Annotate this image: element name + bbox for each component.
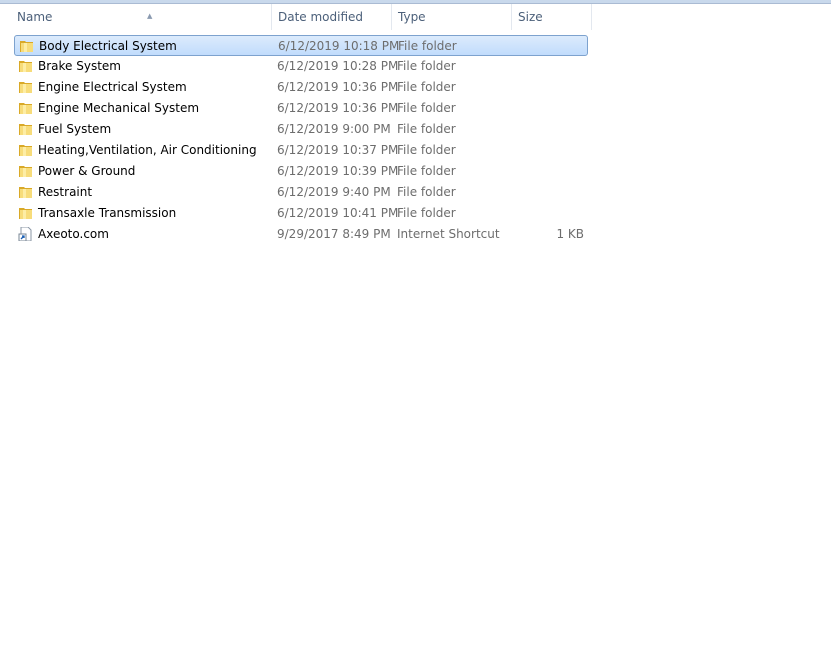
folder-icon [18,185,33,199]
sort-ascending-icon: ▲ [147,12,153,20]
file-name: Heating,Ventilation, Air Conditioning [38,143,257,157]
file-size: 1 KB [556,227,584,241]
file-row[interactable]: Brake System 6/12/2019 10:28 PM File fol… [14,56,588,77]
file-date-modified: 6/12/2019 10:28 PM [277,59,399,73]
file-row[interactable]: Fuel System 6/12/2019 9:00 PM File folde… [14,119,588,140]
file-name: Engine Mechanical System [38,101,200,115]
file-row[interactable]: Engine Electrical System 6/12/2019 10:36… [14,77,588,98]
column-size[interactable]: Size [512,4,592,30]
file-row[interactable]: Axeoto.com 9/29/2017 8:49 PM Internet Sh… [14,224,588,245]
folder-icon [19,39,34,53]
file-type: File folder [397,80,456,94]
file-date-modified: 9/29/2017 8:49 PM [277,227,391,241]
file-type: File folder [397,101,456,115]
file-date-modified: 6/12/2019 10:18 PM [278,39,400,53]
folder-icon [18,101,33,115]
column-header: Name ▲ Date modified Type Size [0,4,831,30]
folder-icon [18,164,33,178]
file-type: File folder [397,206,456,220]
file-date-modified: 6/12/2019 10:36 PM [277,80,399,94]
folder-icon [18,122,33,136]
file-date-modified: 6/12/2019 10:36 PM [277,101,399,115]
file-type: File folder [397,164,456,178]
file-name: Axeoto.com [38,227,109,241]
folder-icon [18,143,33,157]
file-date-modified: 6/12/2019 10:39 PM [277,164,399,178]
file-type: File folder [398,39,457,53]
file-row[interactable]: Transaxle Transmission 6/12/2019 10:41 P… [14,203,588,224]
column-date-modified[interactable]: Date modified [272,4,392,30]
file-name: Body Electrical System [39,39,177,53]
file-type: File folder [397,59,456,73]
file-name: Fuel System [38,122,112,136]
file-row[interactable]: Heating,Ventilation, Air Conditioning 6/… [14,140,588,161]
internet-shortcut-icon [18,226,33,242]
file-row[interactable]: Power & Ground 6/12/2019 10:39 PM File f… [14,161,588,182]
file-date-modified: 6/12/2019 9:40 PM [277,185,391,199]
file-row[interactable]: Body Electrical System 6/12/2019 10:18 P… [14,35,588,56]
file-type: Internet Shortcut [397,227,500,241]
column-name[interactable]: Name ▲ [11,4,272,30]
file-type: File folder [397,185,456,199]
file-name: Transaxle Transmission [38,206,177,220]
file-name: Engine Electrical System [38,80,187,94]
file-name: Restraint [38,185,93,199]
file-type: File folder [397,143,456,157]
file-row[interactable]: Restraint 6/12/2019 9:40 PM File folder [14,182,588,203]
file-type: File folder [397,122,456,136]
file-name: Power & Ground [38,164,136,178]
folder-icon [18,59,33,73]
column-name-label: Name [17,10,53,24]
file-name: Brake System [38,59,121,73]
folder-icon [18,206,33,220]
column-type[interactable]: Type [392,4,512,30]
file-date-modified: 6/12/2019 10:37 PM [277,143,399,157]
folder-icon [18,80,33,94]
file-date-modified: 6/12/2019 9:00 PM [277,122,391,136]
file-row[interactable]: Engine Mechanical System 6/12/2019 10:36… [14,98,588,119]
file-date-modified: 6/12/2019 10:41 PM [277,206,399,220]
